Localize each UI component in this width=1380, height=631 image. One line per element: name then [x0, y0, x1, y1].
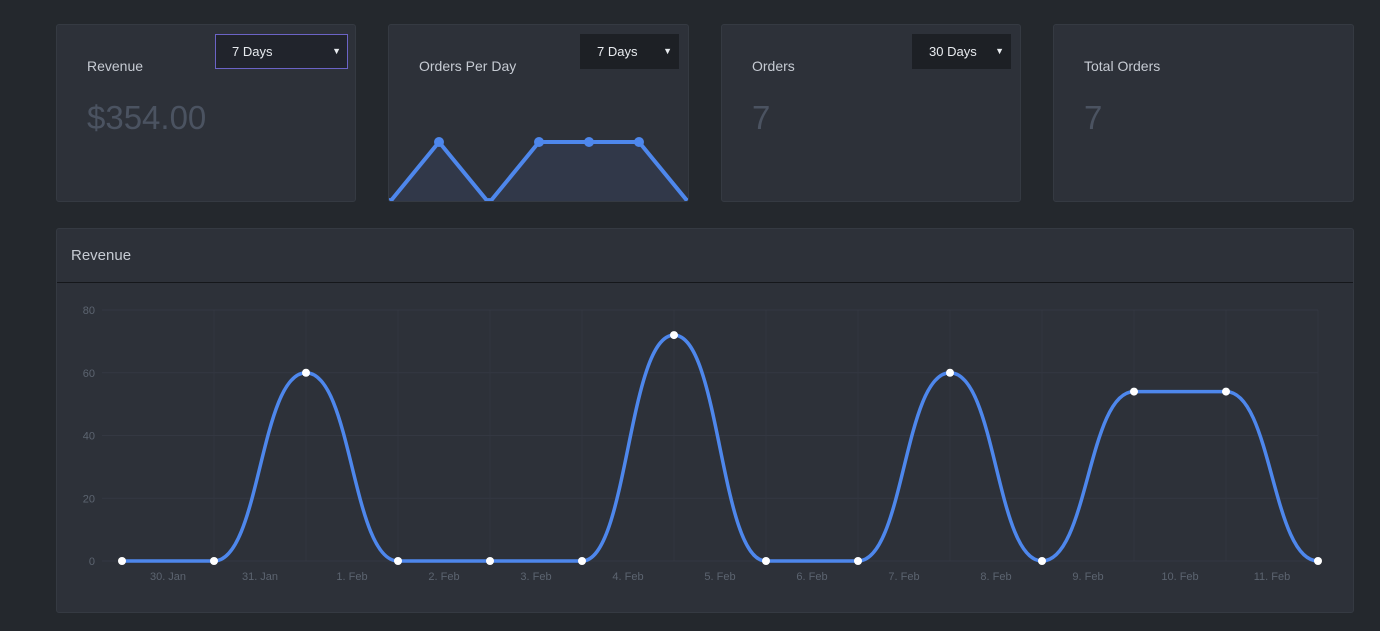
x-tick-label: 2. Feb [428, 571, 459, 583]
orders-card-title: Orders [752, 58, 795, 74]
y-tick-label: 80 [83, 305, 95, 317]
x-tick-label: 6. Feb [796, 571, 827, 583]
sparkline-point [534, 137, 544, 147]
chevron-down-icon: ▼ [995, 46, 1004, 56]
revenue-data-point [854, 557, 862, 565]
total-orders-card: Total Orders 7 [1053, 24, 1354, 202]
x-tick-label: 1. Feb [336, 571, 367, 583]
x-tick-label: 3. Feb [520, 571, 551, 583]
chevron-down-icon: ▼ [332, 46, 341, 56]
x-tick-label: 31. Jan [242, 571, 278, 583]
y-tick-label: 20 [83, 493, 95, 505]
revenue-card: 7 Days ▼ Revenue $354.00 [56, 24, 356, 202]
revenue-data-point [210, 557, 218, 565]
revenue-series-line [122, 333, 1319, 563]
y-tick-label: 60 [83, 368, 95, 380]
x-tick-label: 4. Feb [612, 571, 643, 583]
total-orders-title: Total Orders [1084, 58, 1161, 74]
revenue-value: $354.00 [87, 99, 207, 136]
revenue-data-point [578, 557, 586, 565]
x-tick-label: 8. Feb [980, 571, 1011, 583]
revenue-range-select[interactable]: 7 Days ▼ [215, 34, 348, 69]
revenue-data-point [1314, 557, 1322, 565]
orders-range-value: 30 Days [929, 44, 977, 59]
revenue-chart-panel: Revenue 0 20 40 60 80 30. Jan 31. Jan 1. Feb 2. … [56, 228, 1354, 613]
revenue-data-point [118, 557, 126, 565]
x-tick-label: 9. Feb [1072, 571, 1103, 583]
x-tick-label: 11. Feb [1254, 571, 1291, 583]
revenue-data-point [762, 557, 770, 565]
total-orders-value: 7 [1084, 99, 1103, 136]
orders-card: 30 Days ▼ Orders 7 [721, 24, 1021, 202]
x-tick-label: 30. Jan [150, 571, 186, 583]
revenue-line-chart: 0 20 40 60 80 30. Jan 31. Jan 1. Feb 2. Feb 3. Fe… [83, 305, 1322, 583]
orders-per-day-card: 7 Days ▼ Orders Per Day [388, 24, 689, 202]
orders-per-day-sparkline [389, 137, 688, 201]
x-tick-label: 10. Feb [1161, 571, 1198, 583]
sparkline-point [584, 137, 594, 147]
orders-value: 7 [752, 99, 771, 136]
revenue-card-title: Revenue [87, 58, 144, 74]
revenue-data-point [394, 557, 402, 565]
revenue-data-point [1130, 387, 1138, 396]
y-tick-label: 0 [89, 556, 95, 568]
revenue-data-point [1222, 387, 1230, 396]
x-tick-label: 5. Feb [704, 571, 735, 583]
revenue-data-point [946, 368, 954, 377]
sparkline-point [634, 137, 644, 147]
revenue-data-point [670, 331, 678, 340]
x-tick-label: 7. Feb [888, 571, 919, 583]
revenue-range-value: 7 Days [232, 44, 273, 59]
sparkline-point [434, 137, 444, 147]
revenue-data-point [486, 557, 494, 565]
revenue-data-point [302, 368, 310, 377]
revenue-chart-title: Revenue [57, 229, 1353, 283]
revenue-data-point [1038, 557, 1046, 565]
y-tick-label: 40 [83, 431, 95, 443]
orders-range-select[interactable]: 30 Days ▼ [912, 34, 1011, 69]
